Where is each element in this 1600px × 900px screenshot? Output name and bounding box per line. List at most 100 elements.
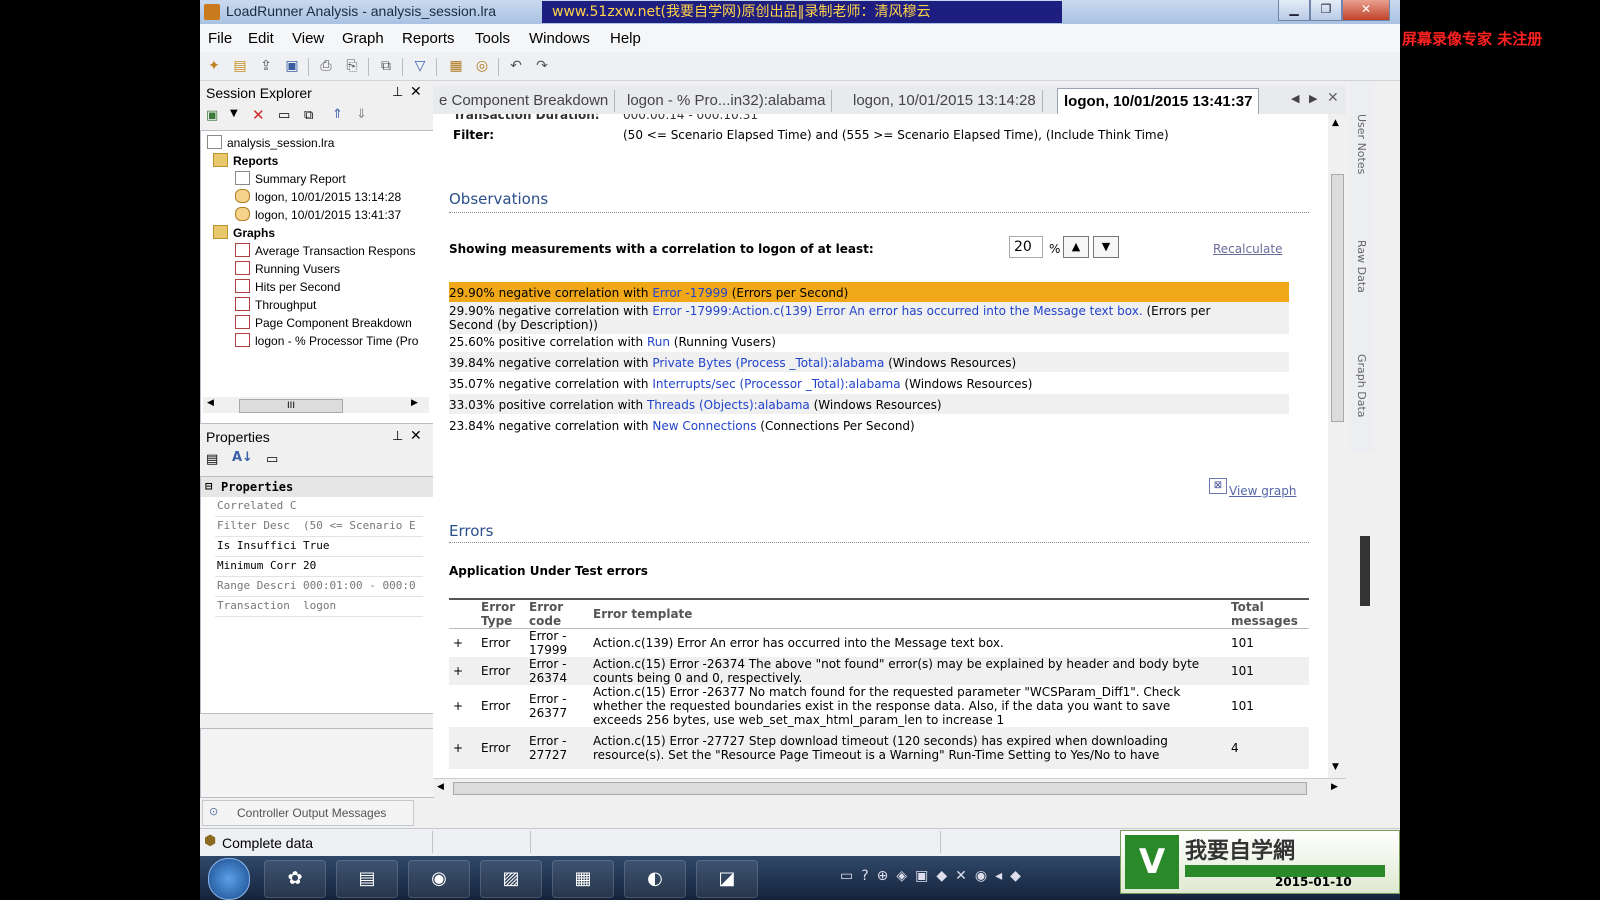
- correlation-link[interactable]: Error -17999:Action.c(139) Error An erro…: [652, 304, 1142, 318]
- save-icon[interactable]: ▣: [282, 56, 302, 76]
- correlation-link[interactable]: Threads (Objects):alabama: [647, 398, 810, 412]
- taskbar-app-7[interactable]: ◪: [696, 860, 758, 898]
- decrease-button[interactable]: ▼: [1093, 236, 1119, 258]
- system-tray[interactable]: ▭?⊕◈▣◆✕◉◂◆: [840, 868, 1029, 884]
- properties-group-row[interactable]: ⊟ Properties: [201, 477, 433, 497]
- taskbar-loadrunner[interactable]: ▦: [552, 860, 614, 898]
- scroll-left-icon[interactable]: ◀: [207, 398, 214, 408]
- menu-view[interactable]: View: [292, 30, 324, 47]
- property-row[interactable]: Transaction logon: [215, 597, 423, 617]
- increase-button[interactable]: ▲: [1063, 236, 1089, 258]
- import-icon[interactable]: ⇪: [256, 56, 276, 76]
- add-graph-icon[interactable]: ▦: [446, 56, 466, 76]
- tab-report-2[interactable]: logon, 10/01/2015 13:41:37: [1057, 88, 1260, 115]
- correlation-link[interactable]: Run: [647, 335, 670, 349]
- taskbar-pdf[interactable]: ▨: [480, 860, 542, 898]
- splitter-handle[interactable]: [1360, 536, 1370, 606]
- redo-icon[interactable]: ↷: [532, 56, 552, 76]
- column-header[interactable]: Error Type: [477, 600, 525, 629]
- tab-scroll-left-icon[interactable]: ◀: [1291, 92, 1299, 105]
- tab-component-breakdown[interactable]: e Component Breakdown: [433, 90, 616, 112]
- menu-graph[interactable]: Graph: [342, 30, 384, 47]
- print-preview-icon[interactable]: ⎘: [342, 56, 362, 76]
- property-row[interactable]: Filter Desc (50 <= Scenario E: [215, 517, 423, 537]
- output-messages-tab[interactable]: ⊙ Controller Output Messages: [202, 800, 414, 826]
- add-report-icon[interactable]: ▣: [206, 108, 218, 123]
- close-tab-icon[interactable]: ✕: [1327, 90, 1339, 106]
- tab-scroll-right-icon[interactable]: ▶: [1309, 92, 1317, 105]
- table-row[interactable]: + Error Error - 26377 Action.c(15) Error…: [449, 685, 1309, 727]
- tree-item-graph-4[interactable]: Throughput: [235, 297, 316, 312]
- tree-item-graph-5[interactable]: Page Component Breakdown: [235, 315, 412, 330]
- expand-icon[interactable]: +: [449, 657, 477, 685]
- print-icon[interactable]: ⎙: [316, 56, 336, 76]
- column-header[interactable]: Error template: [589, 600, 1227, 629]
- raw-data-tab[interactable]: Raw Data: [1355, 240, 1368, 293]
- menu-file[interactable]: File: [208, 30, 232, 47]
- delete-icon[interactable]: ✕: [252, 106, 265, 124]
- new-session-icon[interactable]: ✦: [204, 56, 224, 76]
- tree-item-graph-2[interactable]: Running Vusers: [235, 261, 340, 276]
- rename-icon[interactable]: ▭: [278, 108, 290, 123]
- taskbar-app-6[interactable]: ◐: [624, 860, 686, 898]
- maximize-button[interactable]: ❐: [1310, 0, 1342, 21]
- tree-item-report-1[interactable]: logon, 10/01/2015 13:14:28: [235, 189, 401, 204]
- move-down-icon[interactable]: ⇓: [356, 107, 367, 122]
- scroll-right-icon[interactable]: ▶: [411, 398, 418, 408]
- expand-icon[interactable]: +: [449, 727, 477, 769]
- close-panel-icon[interactable]: ✕: [410, 83, 422, 100]
- categorized-icon[interactable]: ▤: [206, 452, 218, 467]
- correlation-link[interactable]: New Connections: [652, 419, 756, 433]
- taskbar-app-3[interactable]: ◉: [408, 860, 470, 898]
- cross-result-icon[interactable]: ◎: [472, 56, 492, 76]
- undo-icon[interactable]: ↶: [506, 56, 526, 76]
- property-row[interactable]: Minimum Corr 20: [215, 557, 423, 577]
- content-horizontal-scrollbar[interactable]: ◀ ▶: [433, 778, 1346, 797]
- menu-reports[interactable]: Reports: [402, 30, 455, 47]
- property-row[interactable]: Correlated C: [215, 497, 423, 517]
- expand-icon[interactable]: +: [449, 629, 477, 658]
- scroll-thumb[interactable]: III: [239, 399, 343, 413]
- close-button[interactable]: ✕: [1342, 0, 1390, 21]
- recalculate-link[interactable]: Recalculate: [1213, 242, 1282, 256]
- column-header[interactable]: Total messages: [1227, 600, 1309, 629]
- filter-icon[interactable]: ▽: [410, 56, 430, 76]
- tree-item-report-2[interactable]: logon, 10/01/2015 13:41:37: [235, 207, 401, 222]
- tab-processor-time[interactable]: logon - % Pro...in32):alabama: [621, 90, 833, 112]
- property-row[interactable]: Is Insuffici True: [215, 537, 423, 557]
- table-row[interactable]: + Error Error - 27727 Action.c(15) Error…: [449, 727, 1309, 769]
- menu-tools[interactable]: Tools: [475, 30, 510, 47]
- property-pages-icon[interactable]: ▭: [266, 452, 278, 467]
- move-up-icon[interactable]: ⇑: [332, 107, 343, 122]
- correlation-link[interactable]: Interrupts/sec (Processor _Total):alabam…: [652, 377, 900, 391]
- scroll-thumb[interactable]: [453, 782, 1307, 795]
- tree-item-summary-report[interactable]: Summary Report: [235, 171, 346, 186]
- menu-edit[interactable]: Edit: [248, 30, 274, 47]
- menu-windows[interactable]: Windows: [529, 30, 590, 47]
- scroll-left-icon[interactable]: ◀: [437, 782, 444, 792]
- scroll-up-icon[interactable]: ▲: [1332, 118, 1339, 128]
- correlation-link[interactable]: Error -17999: [652, 286, 728, 300]
- tree-root[interactable]: analysis_session.lra: [207, 135, 334, 150]
- tree-reports-folder[interactable]: Reports: [213, 153, 278, 168]
- table-row[interactable]: + Error Error - 26374 Action.c(15) Error…: [449, 657, 1309, 685]
- view-graph-icon[interactable]: ⊠: [1209, 478, 1227, 494]
- pin-icon[interactable]: ⊥: [392, 428, 403, 444]
- menu-help[interactable]: Help: [610, 30, 641, 47]
- correlation-link[interactable]: Private Bytes (Process _Total):alabama: [652, 356, 884, 370]
- open-folder-icon[interactable]: ▤: [230, 56, 250, 76]
- graph-data-tab[interactable]: Graph Data: [1355, 354, 1368, 418]
- vertical-scrollbar[interactable]: ▲ ▼: [1328, 114, 1346, 778]
- user-notes-tab[interactable]: User Notes: [1355, 114, 1368, 174]
- tree-graphs-folder[interactable]: Graphs: [213, 225, 275, 240]
- scroll-thumb[interactable]: [1331, 174, 1344, 422]
- taskbar-app-1[interactable]: ✿: [264, 860, 326, 898]
- collapse-icon[interactable]: ⊟: [205, 479, 212, 493]
- tree-item-graph-3[interactable]: Hits per Second: [235, 279, 340, 294]
- tree-item-graph-6[interactable]: logon - % Processor Time (Pro: [235, 333, 427, 348]
- close-panel-icon[interactable]: ✕: [410, 427, 422, 444]
- expand-icon[interactable]: +: [449, 685, 477, 727]
- pin-icon[interactable]: ⊥: [392, 84, 403, 100]
- dropdown-arrow-icon[interactable]: ▼: [230, 108, 238, 119]
- scroll-down-icon[interactable]: ▼: [1332, 762, 1339, 772]
